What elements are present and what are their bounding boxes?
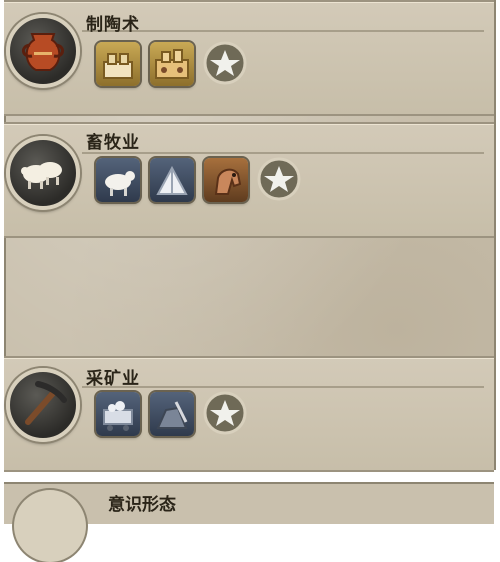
mine-cart-icon — [103, 401, 133, 431]
next-tech-title: 意识形态 — [108, 495, 176, 515]
unlock-pottery-workshop[interactable] — [150, 42, 194, 86]
tech-title-pottery: 制陶术 — [86, 15, 140, 35]
cattle-icon — [105, 171, 135, 196]
mining-tech-icon-frame[interactable] — [6, 368, 80, 442]
tech-title-animal-husbandry: 畜牧业 — [86, 133, 140, 153]
unlock-cattle[interactable] — [96, 158, 140, 202]
unlock-granary[interactable] — [96, 42, 140, 86]
unlock-quarry[interactable] — [150, 392, 194, 436]
granary-icon — [103, 53, 133, 79]
title-underline — [82, 30, 484, 32]
unlock-mine-cart[interactable] — [96, 392, 140, 436]
sheep-icon — [21, 162, 62, 189]
star-icon[interactable] — [256, 156, 302, 202]
animal-husbandry-tech-icon-frame[interactable] — [6, 136, 80, 210]
pottery-icon — [22, 33, 64, 71]
pottery-workshop-icon — [155, 49, 189, 79]
title-underline — [82, 152, 484, 154]
unlock-tent[interactable] — [150, 158, 194, 202]
next-tech-icon-frame[interactable] — [14, 490, 86, 562]
unlock-horse[interactable] — [204, 158, 248, 202]
tent-icon — [156, 165, 188, 195]
pottery-tech-icon-frame[interactable] — [6, 14, 80, 88]
horse-icon — [214, 168, 242, 195]
pickaxe-icon — [25, 381, 67, 425]
title-underline — [82, 386, 484, 388]
quarry-icon — [156, 401, 188, 429]
star-icon[interactable] — [202, 390, 248, 436]
tech-title-mining: 采矿业 — [86, 369, 140, 389]
star-icon[interactable] — [202, 40, 248, 86]
